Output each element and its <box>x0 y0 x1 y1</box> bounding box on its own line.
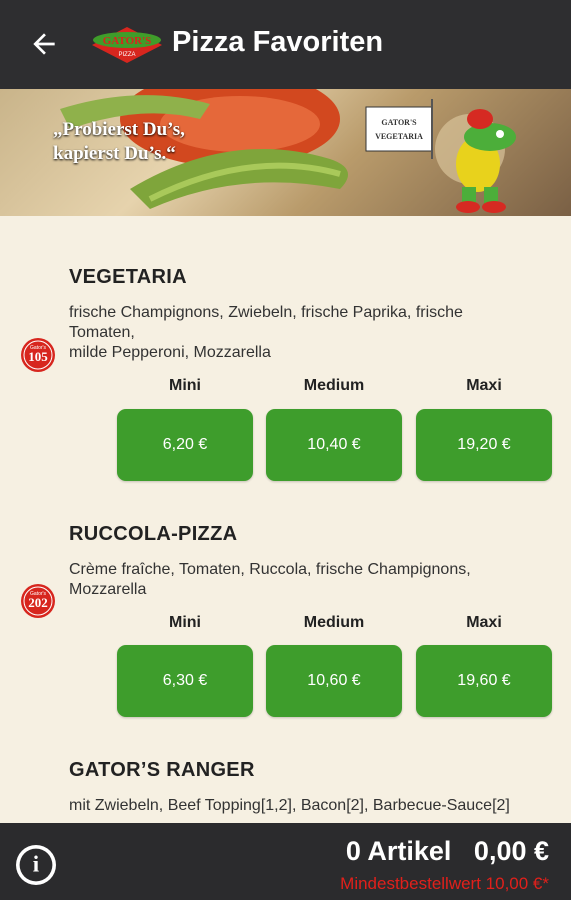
svg-text:105: 105 <box>28 349 48 364</box>
item-name: GATOR’S RANGER <box>69 759 255 781</box>
svg-text:VEGETARIA: VEGETARIA <box>375 132 423 141</box>
item-description: mit Zwiebeln, Beef Topping[1,2], Bacon[2… <box>69 797 510 814</box>
banner-quote-line-2: kapierst Du’s.“ <box>53 143 176 164</box>
price-button-mini[interactable]: 6,20 € <box>117 409 253 481</box>
size-label-medium: Medium <box>303 614 365 631</box>
item-name: VEGETARIA <box>69 266 187 288</box>
item-number-badge: Gator's 105 <box>21 338 55 372</box>
item-description-line: frische Champignons, Zwiebeln, frische P… <box>69 304 463 321</box>
cart-amount: 0,00 € <box>473 836 549 866</box>
cart-total[interactable]: 0 Artikel 0,00 € <box>346 836 549 867</box>
svg-text:202: 202 <box>28 595 48 610</box>
item-number-badge: Gator's 202 <box>21 584 55 618</box>
item-description-line: Tomaten, <box>69 324 135 341</box>
size-label-mini: Mini <box>169 377 201 394</box>
menu-list[interactable]: VEGETARIA frische Champignons, Zwiebeln,… <box>0 216 571 823</box>
price-button-maxi[interactable]: 19,60 € <box>416 645 552 717</box>
price-button-medium[interactable]: 10,60 € <box>266 645 402 717</box>
info-glyph: i <box>19 848 53 882</box>
price-button-maxi[interactable]: 19,20 € <box>416 409 552 481</box>
size-label-maxi: Maxi <box>466 377 502 394</box>
info-icon[interactable]: i <box>16 845 56 885</box>
logo: GATOR'S PIZZA <box>92 27 162 63</box>
item-description: frische Champignons, Zwiebeln, frische P… <box>69 303 509 363</box>
app-bar: GATOR'S PIZZA Pizza Favoriten <box>0 0 571 89</box>
banner-quote-line-1: „Probierst Du’s, <box>53 119 185 140</box>
item-description-line: Mozzarella <box>69 581 147 598</box>
min-order-note: Mindestbestellwert 10,00 €* <box>340 874 549 893</box>
cart-count: 0 Artikel <box>345 836 452 866</box>
size-label-maxi: Maxi <box>466 614 502 631</box>
page-title: Pizza Favoriten <box>172 26 384 58</box>
item-description: Crème fraîche, Tomaten, Ruccola, frische… <box>69 560 509 600</box>
svg-text:GATOR'S: GATOR'S <box>381 118 417 127</box>
price-button-mini[interactable]: 6,30 € <box>117 645 253 717</box>
arrow-left-icon[interactable] <box>28 28 60 60</box>
size-label-medium: Medium <box>303 377 365 394</box>
item-name: RUCCOLA-PIZZA <box>69 523 238 545</box>
size-label-mini: Mini <box>169 614 201 631</box>
price-button-medium[interactable]: 10,40 € <box>266 409 402 481</box>
svg-text:GATOR'S: GATOR'S <box>103 35 152 47</box>
svg-text:PIZZA: PIZZA <box>118 52 135 58</box>
item-description-line: Crème fraîche, Tomaten, Ruccola, frische… <box>69 561 471 578</box>
item-description-line: milde Pepperoni, Mozzarella <box>69 344 271 361</box>
banner-quote: „Probierst Du’s, kapierst Du’s.“ <box>53 118 185 166</box>
